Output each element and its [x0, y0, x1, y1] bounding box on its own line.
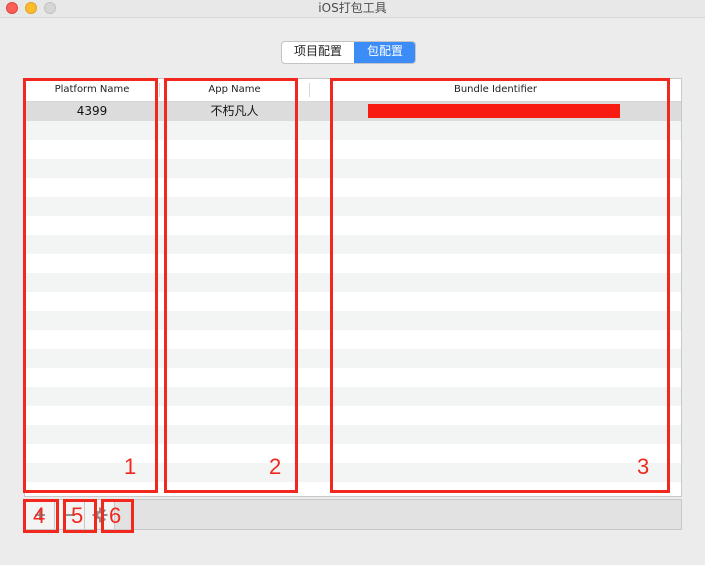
annotation-box-2 [164, 78, 298, 493]
tab-package-config[interactable]: 包配置 [354, 42, 416, 63]
window-title: iOS打包工具 [318, 1, 387, 15]
config-segmented-control: 项目配置 包配置 [281, 41, 417, 64]
annotation-label-3: 3 [637, 454, 650, 479]
annotation-box-3 [330, 78, 670, 493]
title-bar: iOS打包工具 [0, 0, 705, 18]
annotation-label-4: 4 [33, 503, 46, 528]
annotation-box-1 [23, 78, 158, 493]
annotation-label-5: 5 [71, 503, 84, 528]
tab-project-config[interactable]: 项目配置 [282, 42, 354, 63]
annotation-label-2: 2 [269, 454, 282, 479]
annotation-label-1: 1 [124, 454, 137, 479]
annotation-label-6: 6 [109, 503, 122, 528]
